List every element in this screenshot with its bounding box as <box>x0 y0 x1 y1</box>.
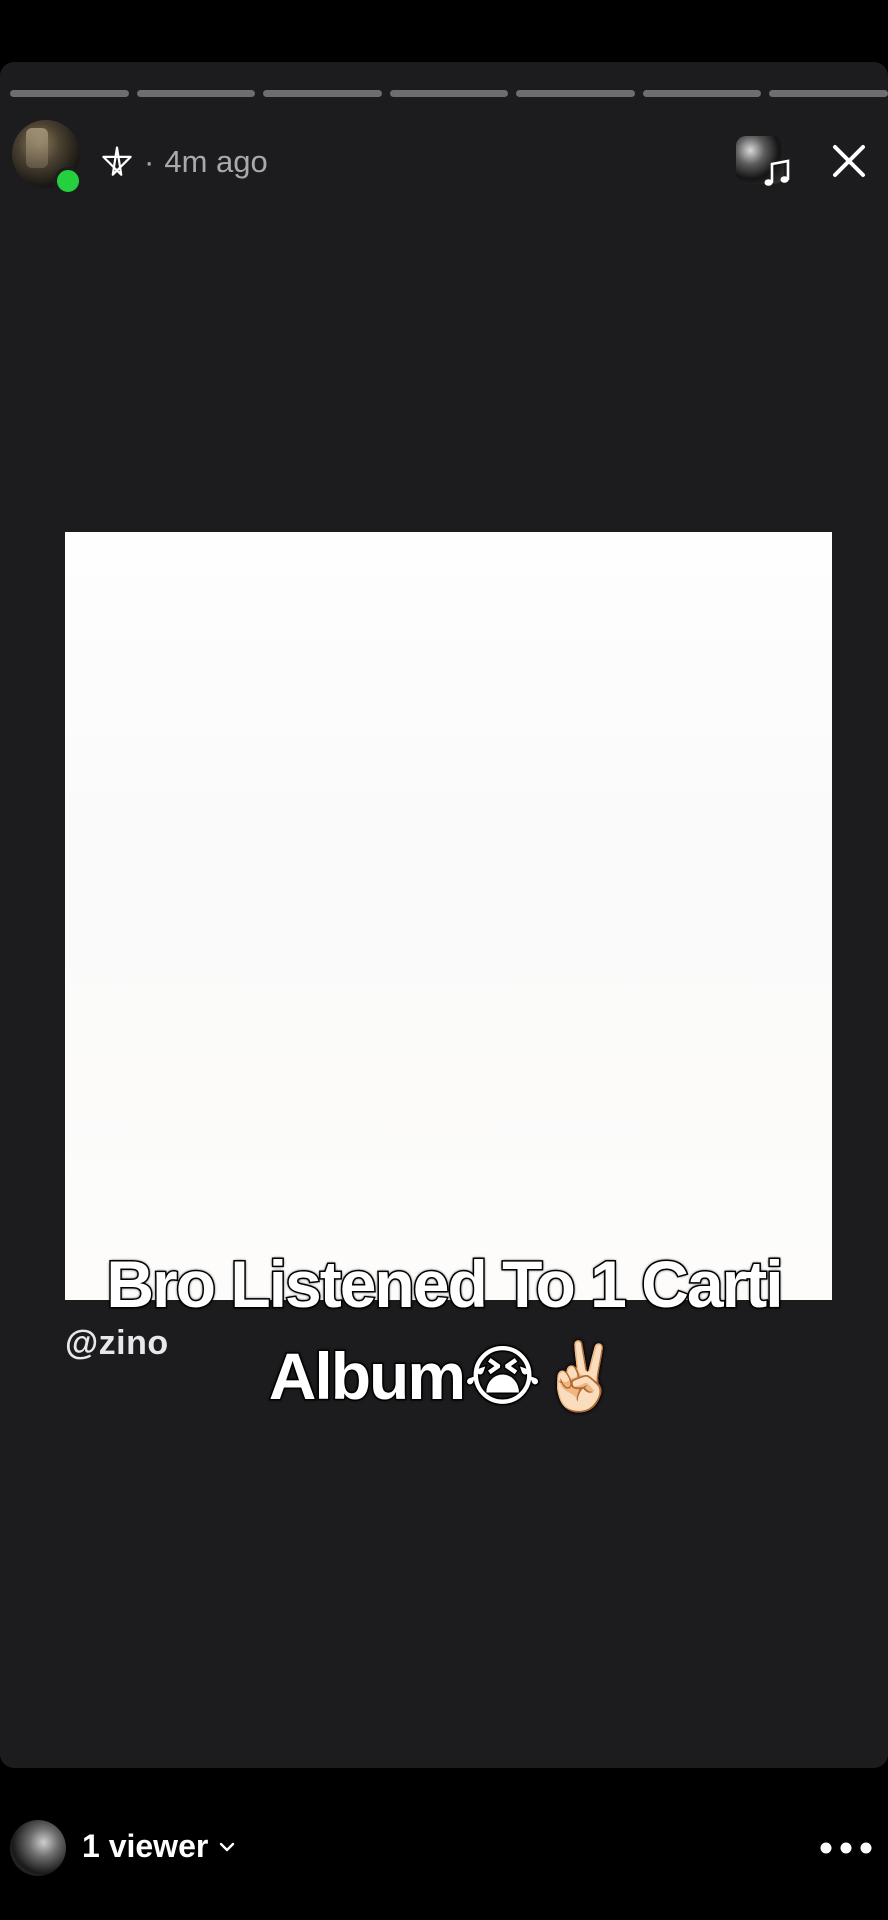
more-options-button[interactable] <box>816 1828 876 1868</box>
progress-segment <box>642 90 762 97</box>
story-footer: 1 viewer <box>0 1768 888 1920</box>
meta-separator: · <box>144 144 155 179</box>
viewers-button[interactable]: 1 viewer <box>82 1828 236 1865</box>
story-caption: Bro Listened To 1 Carti Album😭✌🏻 <box>60 1238 828 1422</box>
pentagram-icon <box>102 146 132 176</box>
story-media-image[interactable] <box>65 532 832 1300</box>
online-status-indicator <box>54 167 82 195</box>
progress-segment <box>516 90 635 97</box>
music-note-icon[interactable] <box>762 158 792 188</box>
story-meta: · 4m ago <box>100 142 268 182</box>
story-viewer[interactable]: · 4m ago @zino Bro Listened To 1 Carti A… <box>0 62 888 1768</box>
story-timestamp: 4m ago <box>164 144 268 179</box>
viewer-avatar[interactable] <box>10 1820 66 1876</box>
progress-segment <box>769 90 888 97</box>
close-button[interactable] <box>826 138 872 184</box>
progress-segment <box>136 90 256 97</box>
progress-segment <box>10 90 129 97</box>
close-icon <box>833 145 865 177</box>
chevron-down-icon <box>220 1842 235 1851</box>
more-icon <box>820 1842 872 1854</box>
caption-line: Album😭✌🏻 <box>267 1338 623 1415</box>
caption-line: Bro Listened To 1 Carti <box>105 1246 785 1323</box>
story-progress-bars <box>10 90 888 98</box>
viewers-label: 1 viewer <box>82 1828 209 1864</box>
progress-segment <box>263 90 382 97</box>
progress-segment <box>389 90 509 97</box>
